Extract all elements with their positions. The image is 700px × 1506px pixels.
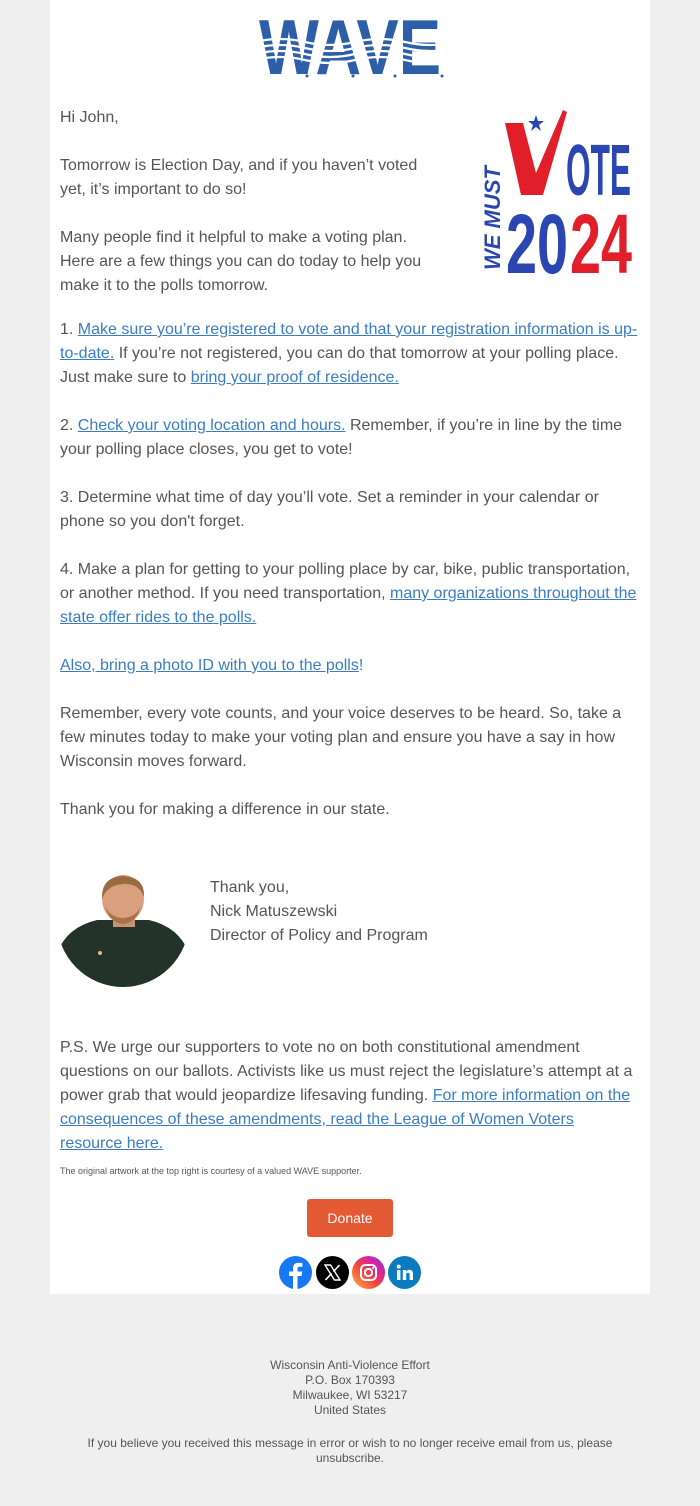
- we-must-text: WE MUST: [480, 165, 505, 270]
- closing-paragraph: Remember, every vote counts, and your vo…: [60, 705, 622, 770]
- step-4: 4. Make a plan for getting to your polli…: [60, 558, 640, 630]
- artwork-credit: The original artwork at the top right is…: [60, 1166, 362, 1176]
- photo-id-link[interactable]: Also, bring a photo ID with you to the p…: [60, 657, 359, 674]
- step-2: 2. Check your voting location and hours.…: [60, 414, 640, 462]
- x-icon: [323, 1264, 342, 1281]
- donate-button[interactable]: Donate: [307, 1199, 393, 1237]
- facebook-icon: [289, 1262, 303, 1289]
- voting-location-link[interactable]: Check your voting location and hours.: [78, 417, 346, 434]
- linkedin-icon: [396, 1264, 413, 1280]
- signer-name: Nick Matuszewski: [210, 903, 338, 920]
- linkedin-link[interactable]: [388, 1256, 421, 1289]
- intro-paragraph: Tomorrow is Election Day, and if you hav…: [60, 157, 418, 198]
- signer-photo: [57, 875, 189, 987]
- footer-po-box: P.O. Box 170393: [305, 1373, 395, 1387]
- facebook-link[interactable]: [279, 1256, 312, 1289]
- instagram-link[interactable]: [352, 1256, 385, 1289]
- wave-logo: WAVE: [259, 12, 444, 80]
- signer-title: Director of Policy and Program: [210, 927, 428, 944]
- greeting: Hi John,: [60, 109, 119, 126]
- proof-of-residence-link[interactable]: bring your proof of residence.: [191, 369, 399, 386]
- signature-block: Thank you, Nick Matuszewski Director of …: [210, 876, 428, 948]
- footer-address: Wisconsin Anti-Violence Effort P.O. Box …: [60, 1358, 640, 1418]
- svg-text:20: 20: [506, 197, 568, 291]
- step-3: 3. Determine what time of day you’ll vot…: [60, 489, 599, 530]
- instagram-icon: [360, 1264, 377, 1281]
- email-body: WAVE Hi John, Tomorrow is Election Day, …: [50, 0, 650, 1294]
- unsubscribe-notice[interactable]: If you believe you received this message…: [60, 1436, 640, 1466]
- photo-id-suffix: !: [358, 657, 364, 674]
- ps-paragraph: P.S. We urge our supporters to vote no o…: [60, 1036, 640, 1156]
- footer-country: United States: [313, 1403, 387, 1417]
- vote-2024-artwork: WE MUST OTE 20 24: [480, 110, 632, 291]
- step-1: 1. Make sure you’re registered to vote a…: [60, 318, 640, 390]
- signoff: Thank you,: [210, 879, 290, 896]
- svg-text:24: 24: [570, 197, 632, 291]
- photo-id-paragraph: Also, bring a photo ID with you to the p…: [60, 654, 640, 678]
- footer-org: Wisconsin Anti-Violence Effort: [270, 1358, 430, 1372]
- step-number: 1.: [60, 321, 78, 338]
- thank-you-paragraph: Thank you for making a difference in our…: [60, 801, 390, 818]
- footer-city: Milwaukee, WI 53217: [292, 1388, 408, 1402]
- step-number: 2.: [60, 417, 78, 434]
- x-twitter-link[interactable]: [316, 1256, 349, 1289]
- plan-paragraph: Many people find it helpful to make a vo…: [60, 229, 422, 294]
- star-icon: [528, 115, 544, 131]
